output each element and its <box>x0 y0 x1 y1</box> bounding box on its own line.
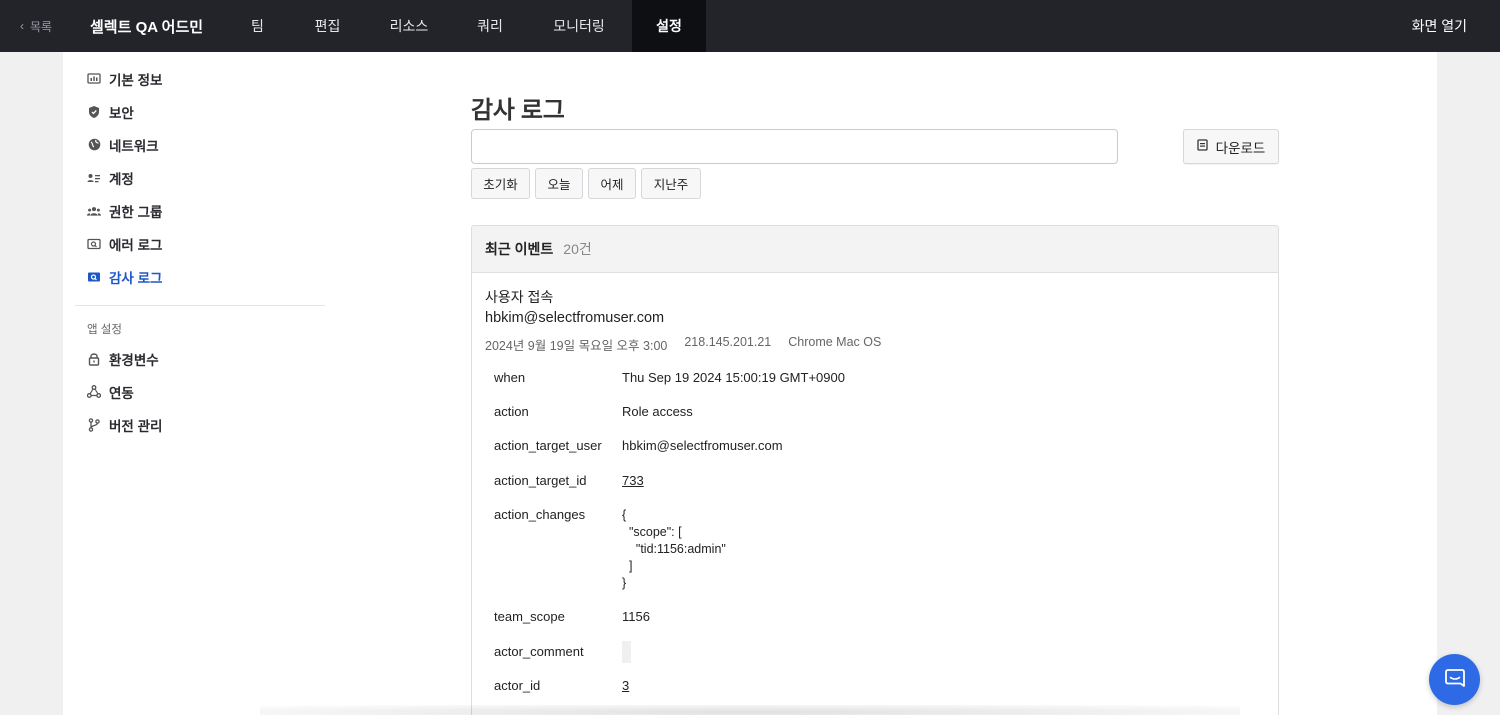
chat-button[interactable] <box>1429 654 1480 705</box>
sidebar-item-env-vars[interactable]: 환경변수 <box>75 342 325 375</box>
users-icon <box>87 204 101 218</box>
tab-team[interactable]: 팀 <box>225 0 290 52</box>
yesterday-filter-button[interactable]: 어제 <box>588 168 636 199</box>
sidebar-item-label: 권한 그룹 <box>109 204 163 220</box>
page-title: 감사 로그 <box>471 97 565 124</box>
chat-bubble-icon <box>1444 667 1466 692</box>
empty-comment-value <box>622 641 631 663</box>
event-ip: 218.145.201.21 <box>684 335 772 349</box>
open-screen-button[interactable]: 화면 열기 <box>1412 0 1467 52</box>
event-user: hbkim@selectfromuser.com <box>485 310 665 326</box>
sidebar-item-account[interactable]: 계정 <box>75 161 325 194</box>
field-value: Role access <box>622 404 693 419</box>
field-row: action Role access <box>485 404 1265 438</box>
sidebar-item-network[interactable]: 네트워크 <box>75 128 325 161</box>
settings-sidebar: 기본 정보 보안 네트워크 계정 권한 그룹 에러 로그 감사 로그 앱 설정 … <box>75 62 325 441</box>
sidebar-item-integration[interactable]: 연동 <box>75 375 325 408</box>
sidebar-item-label: 연동 <box>109 385 134 401</box>
download-button[interactable]: 다운로드 <box>1183 129 1279 164</box>
tab-query[interactable]: 쿼리 <box>455 0 525 52</box>
recent-events-panel: 최근 이벤트 20건 사용자 접속 hbkim@selectfromuser.c… <box>471 225 1279 715</box>
sidebar-item-label: 에러 로그 <box>109 237 163 253</box>
sidebar-item-error-log[interactable]: 에러 로그 <box>75 227 325 260</box>
field-row: when Thu Sep 19 2024 15:00:19 GMT+0900 <box>485 370 1265 404</box>
tab-settings[interactable]: 설정 <box>632 0 706 52</box>
sidebar-item-basic-info[interactable]: 기본 정보 <box>75 62 325 95</box>
quick-filter-group: 초기화 오늘 어제 지난주 <box>471 168 701 199</box>
actor-id-link[interactable]: 3 <box>622 678 629 693</box>
last-week-filter-button[interactable]: 지난주 <box>641 168 701 199</box>
globe-icon <box>87 138 101 152</box>
event-meta: 2024년 9월 19일 목요일 오후 3:00 218.145.201.21 … <box>485 335 1265 354</box>
sidebar-item-label: 기본 정보 <box>109 72 163 88</box>
event-item: 사용자 접속 hbkim@selectfromuser.com 2024년 9월… <box>472 273 1278 715</box>
chevron-left-icon: ‹ <box>20 19 24 33</box>
sidebar-divider <box>75 305 325 306</box>
network-nodes-icon <box>87 385 101 399</box>
sidebar-item-label: 버전 관리 <box>109 418 163 434</box>
action-changes-json: { "scope": [ "tid:1156:admin" ] } <box>622 508 726 590</box>
field-value: 1156 <box>622 609 650 624</box>
field-key: action <box>494 404 529 419</box>
field-row: actor_comment <box>485 641 1265 678</box>
field-key: team_scope <box>494 609 565 624</box>
sidebar-item-label: 감사 로그 <box>109 270 163 286</box>
back-link[interactable]: ‹ 목록 <box>0 18 90 35</box>
today-filter-button[interactable]: 오늘 <box>535 168 583 199</box>
document-icon <box>1197 139 1208 154</box>
back-label: 목록 <box>30 19 53 34</box>
field-key: when <box>494 370 526 385</box>
error-log-icon <box>87 237 101 251</box>
event-datetime: 2024년 9월 19일 목요일 오후 3:00 <box>485 339 668 353</box>
tab-edit[interactable]: 편집 <box>292 0 363 52</box>
panel-header: 최근 이벤트 20건 <box>472 226 1278 273</box>
bottom-shadow <box>260 705 1240 715</box>
event-client: Chrome Mac OS <box>788 335 882 349</box>
field-row: team_scope 1156 <box>485 609 1265 644</box>
field-key: actor_comment <box>494 644 584 659</box>
field-value: Thu Sep 19 2024 15:00:19 GMT+0900 <box>622 370 845 385</box>
audit-log-icon <box>87 270 101 284</box>
sidebar-item-label: 보안 <box>109 105 134 121</box>
search-input[interactable] <box>471 129 1118 164</box>
app-title: 셀렉트 QA 어드민 <box>90 18 204 36</box>
field-row: action_target_id 733 <box>485 473 1265 507</box>
shield-icon <box>87 105 101 119</box>
reset-filter-button[interactable]: 초기화 <box>471 168 530 199</box>
tab-resources[interactable]: 리소스 <box>365 0 453 52</box>
sidebar-item-version-control[interactable]: 버전 관리 <box>75 408 325 441</box>
account-list-icon <box>87 171 101 185</box>
sidebar-item-permission-groups[interactable]: 권한 그룹 <box>75 194 325 227</box>
sidebar-item-security[interactable]: 보안 <box>75 95 325 128</box>
tab-monitoring[interactable]: 모니터링 <box>529 0 629 52</box>
field-key: action_changes <box>494 507 586 522</box>
sidebar-item-label: 네트워크 <box>109 138 159 154</box>
field-key: action_target_user <box>494 438 602 453</box>
git-branch-icon <box>87 417 101 432</box>
dashboard-icon <box>87 72 101 86</box>
event-type: 사용자 접속 <box>485 289 554 305</box>
download-label: 다운로드 <box>1215 140 1266 156</box>
event-count: 20건 <box>563 241 592 257</box>
sidebar-item-audit-log[interactable]: 감사 로그 <box>75 260 325 293</box>
page-body: 기본 정보 보안 네트워크 계정 권한 그룹 에러 로그 감사 로그 앱 설정 … <box>63 52 1437 715</box>
lock-icon <box>87 352 101 366</box>
sidebar-item-label: 계정 <box>109 171 134 187</box>
field-key: action_target_id <box>494 473 587 488</box>
panel-title: 최근 이벤트 <box>485 241 554 257</box>
field-row: action_target_user hbkim@selectfromuser.… <box>485 438 1265 473</box>
field-value: hbkim@selectfromuser.com <box>622 438 783 453</box>
sidebar-item-label: 환경변수 <box>109 352 159 368</box>
event-fields: when Thu Sep 19 2024 15:00:19 GMT+0900 a… <box>485 370 1265 712</box>
target-id-link[interactable]: 733 <box>622 473 644 488</box>
top-nav-bar: ‹ 목록 셀렉트 QA 어드민 팀 편집 리소스 쿼리 모니터링 설정 화면 열… <box>0 0 1500 52</box>
field-row: action_changes { "scope": [ "tid:1156:ad… <box>485 507 1265 609</box>
sidebar-group-title: 앱 설정 <box>87 324 122 336</box>
